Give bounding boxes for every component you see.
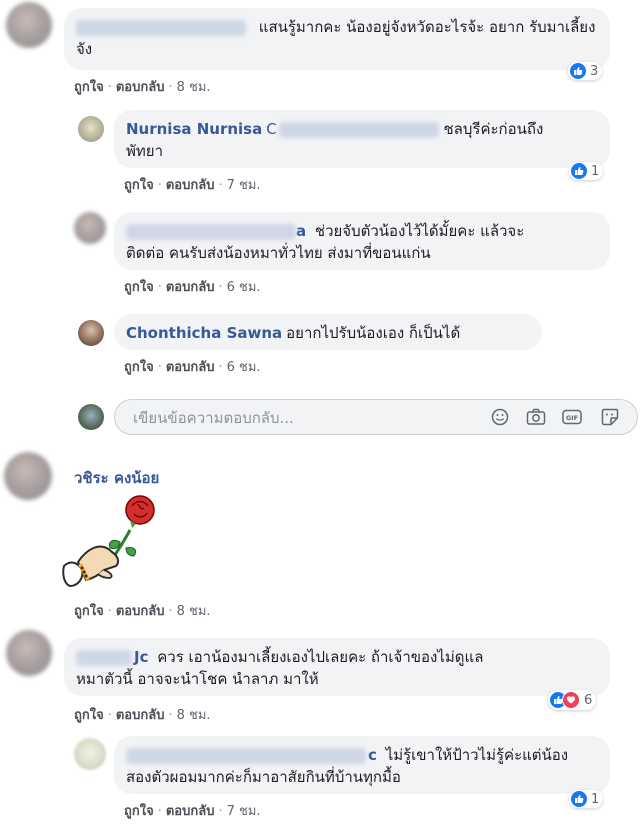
comment-actions: ถูกใจ · ตอบกลับ · 8 ชม.: [74, 704, 211, 725]
commenter-name-tail[interactable]: Jc: [134, 648, 148, 666]
reply-link[interactable]: ตอบกลับ: [116, 80, 165, 95]
commenter-name[interactable]: Nurnisa Nurnisa: [126, 120, 262, 138]
separator: ·: [157, 360, 162, 375]
commenter-name[interactable]: วชิระ คงน้อย: [74, 466, 159, 490]
gif-icon[interactable]: GIF: [561, 407, 583, 427]
redacted-name: [126, 223, 296, 240]
like-link[interactable]: ถูกใจ: [124, 804, 154, 819]
comment-text-line1: ไม่รู้เขาให้ป้าวไม่รู้ค่ะแต่น้อง: [385, 746, 569, 764]
camera-icon[interactable]: [525, 407, 547, 427]
reaction-count: 1: [591, 163, 600, 179]
timestamp[interactable]: 8 ชม.: [177, 604, 211, 619]
avatar[interactable]: [6, 630, 52, 676]
current-user-avatar: [78, 404, 104, 430]
comment-bubble: แสนรู้มากคะ น้องอยู่จังหวัดอะไรจ้ะ อยาก …: [64, 8, 610, 70]
sticker-icon[interactable]: [599, 407, 621, 427]
reply-link[interactable]: ตอบกลับ: [116, 708, 165, 723]
comment-bubble: a ช่วยจับตัวน้องไว้ได้มั้ยคะ แล้วจะ ติดต…: [114, 212, 610, 270]
like-link[interactable]: ถูกใจ: [74, 604, 104, 619]
comment-bubble: Chonthicha Sawna อยากไปรับน้องเอง ก็เป็นไ…: [114, 314, 542, 350]
like-reaction-icon: [571, 163, 587, 179]
like-link[interactable]: ถูกใจ: [74, 80, 104, 95]
avatar[interactable]: [74, 212, 106, 244]
separator: ·: [218, 804, 223, 819]
separator: ·: [218, 360, 223, 375]
reply-input[interactable]: [131, 406, 475, 430]
reply-link[interactable]: ตอบกลับ: [116, 604, 165, 619]
separator: ·: [218, 280, 223, 295]
timestamp[interactable]: 8 ชม.: [177, 80, 211, 95]
commenter-name-tail[interactable]: c: [368, 746, 377, 764]
comment-actions: ถูกใจ · ตอบกลับ · 6 ชม.: [124, 276, 261, 297]
redacted-name: [76, 649, 132, 666]
avatar[interactable]: [78, 320, 104, 346]
comment-bubble: Nurnisa Nurnisa C ชลบุรีค่ะก่อนถึง พัทยา: [114, 110, 610, 168]
separator: ·: [157, 804, 162, 819]
reaction-count: 3: [590, 63, 599, 79]
redacted-name: [126, 747, 366, 764]
timestamp[interactable]: 7 ชม.: [227, 804, 261, 819]
reaction-summary[interactable]: 3: [568, 62, 603, 80]
avatar[interactable]: [4, 452, 52, 500]
comment-text-line2: ติดต่อ คนรับส่งน้องหมาทั่วไทย ส่งมาที่ขอ…: [126, 244, 431, 262]
comment-actions: ถูกใจ · ตอบกลับ · 8 ชม.: [74, 600, 211, 621]
commenter-name[interactable]: Chonthicha Sawna: [126, 324, 282, 342]
comment-text: อยากไปรับน้องเอง ก็เป็นได้: [286, 324, 461, 342]
reaction-count: 1: [591, 791, 600, 807]
like-reaction-icon: [571, 791, 587, 807]
comment-bubble: c ไม่รู้เขาให้ป้าวไม่รู้ค่ะแต่น้อง สองตั…: [114, 736, 610, 794]
separator: ·: [157, 280, 162, 295]
comment-text-line2: หมาตัวนี้ อาจจะนำโชค นำลาภ มาให้: [76, 670, 319, 688]
separator: ·: [107, 708, 112, 723]
reply-link[interactable]: ตอบกลับ: [166, 360, 215, 375]
timestamp[interactable]: 8 ชม.: [177, 708, 211, 723]
commenter-name-suffix: C: [266, 120, 277, 138]
sticker-image: [60, 490, 164, 590]
comment-text-line1: ชลบุรีค่ะก่อนถึง: [443, 120, 544, 138]
redacted-name: [278, 121, 439, 138]
reply-composer[interactable]: GIF: [114, 399, 638, 435]
love-reaction-icon: [562, 691, 580, 709]
avatar[interactable]: [6, 2, 52, 48]
commenter-name-tail[interactable]: a: [296, 222, 306, 240]
reaction-summary[interactable]: 1: [569, 162, 604, 180]
separator: ·: [168, 708, 173, 723]
like-link[interactable]: ถูกใจ: [124, 280, 154, 295]
comment-text-line2: สองตัวผอมมากค่ะก็มาอาสัยกินที่บ้านทุกมื้…: [126, 768, 401, 786]
timestamp[interactable]: 6 ชม.: [227, 360, 261, 375]
reaction-summary[interactable]: 6: [548, 690, 597, 710]
avatar[interactable]: [74, 738, 106, 770]
reply-link[interactable]: ตอบกลับ: [166, 178, 215, 193]
like-link[interactable]: ถูกใจ: [74, 708, 104, 723]
separator: ·: [168, 80, 173, 95]
avatar[interactable]: [78, 116, 104, 142]
like-link[interactable]: ถูกใจ: [124, 360, 154, 375]
separator: ·: [218, 178, 223, 193]
comment-actions: ถูกใจ · ตอบกลับ · 7 ชม.: [124, 174, 261, 195]
comment-text-line1: ช่วยจับตัวน้องไว้ได้มั้ยคะ แล้วจะ: [314, 222, 525, 240]
comment-bubble: Jc ควร เอาน้องมาเลี้ยงเองไปเลยคะ ถ้าเจ้า…: [64, 638, 610, 696]
comment-actions: ถูกใจ · ตอบกลับ · 7 ชม.: [124, 800, 261, 821]
timestamp[interactable]: 7 ชม.: [227, 178, 261, 193]
reaction-summary[interactable]: 1: [569, 790, 604, 808]
like-link[interactable]: ถูกใจ: [124, 178, 154, 193]
comment-text-line2: พัทยา: [126, 142, 163, 160]
comment-text-line1: ควร เอาน้องมาเลี้ยงเองไปเลยคะ ถ้าเจ้าของ…: [157, 648, 484, 666]
reaction-count: 6: [584, 692, 593, 708]
comment-actions: ถูกใจ · ตอบกลับ · 8 ชม.: [74, 76, 211, 97]
separator: ·: [107, 80, 112, 95]
emoji-icon[interactable]: [489, 407, 511, 427]
timestamp[interactable]: 6 ชม.: [227, 280, 261, 295]
separator: ·: [157, 178, 162, 193]
like-reaction-icon: [570, 63, 586, 79]
reply-link[interactable]: ตอบกลับ: [166, 280, 215, 295]
separator: ·: [107, 604, 112, 619]
comment-actions: ถูกใจ · ตอบกลับ · 6 ชม.: [124, 356, 261, 377]
separator: ·: [168, 604, 173, 619]
svg-text:GIF: GIF: [566, 414, 578, 422]
reply-link[interactable]: ตอบกลับ: [166, 804, 215, 819]
redacted-name: [76, 19, 246, 36]
